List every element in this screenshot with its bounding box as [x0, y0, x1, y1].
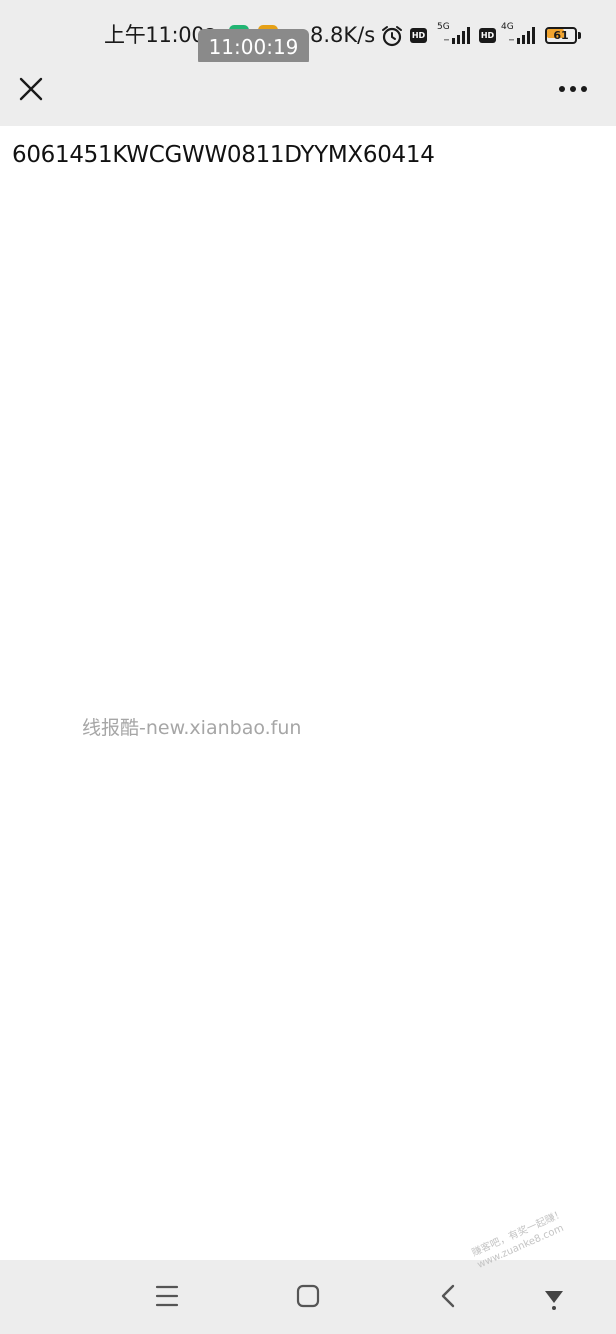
battery-cap: [578, 32, 581, 39]
signal-icon: [509, 27, 535, 44]
down-icon[interactable]: [536, 1278, 572, 1314]
battery-icon: 61: [545, 27, 581, 44]
hd-icon: HD: [410, 28, 427, 43]
network-speed: 8.8K/s: [310, 23, 376, 47]
hd-icon: HD: [479, 28, 496, 43]
time-overlay-badge: 11:00:19: [198, 29, 309, 66]
menu-icon[interactable]: [149, 1278, 185, 1314]
more-icon[interactable]: [552, 70, 594, 112]
navigation-bar: [0, 1260, 616, 1334]
watermark-text: 线报酷-new.xianbao.fun: [82, 717, 302, 739]
title-bar: [0, 62, 616, 126]
alarm-icon: [382, 26, 402, 47]
code-text: 6061451KWCGWW0811DYYMX60414: [12, 142, 435, 168]
signal-icon: [444, 27, 470, 44]
home-icon[interactable]: [290, 1278, 326, 1314]
close-icon[interactable]: [10, 70, 52, 112]
back-icon[interactable]: [431, 1278, 467, 1314]
page-content: 6061451KWCGWW0811DYYMX60414 线报酷-new.xian…: [0, 126, 616, 1260]
battery-level: 61: [553, 29, 569, 42]
status-time: 上午11:00: [104, 23, 205, 47]
